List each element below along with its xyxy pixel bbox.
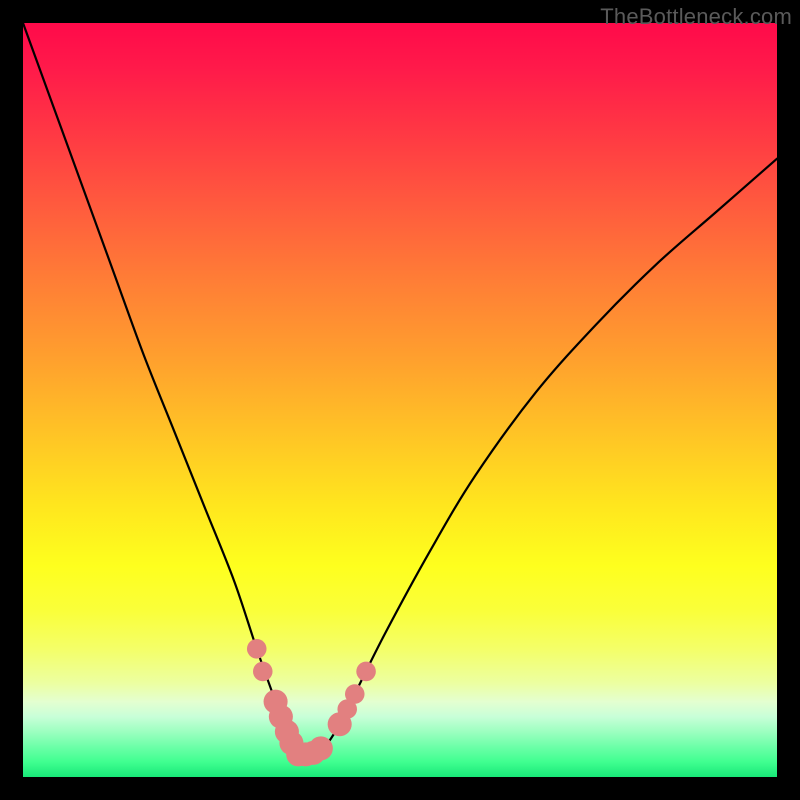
chart-frame: TheBottleneck.com bbox=[0, 0, 800, 800]
marker-dot bbox=[328, 712, 352, 736]
curve-layer bbox=[23, 23, 777, 777]
curve-markers bbox=[247, 639, 376, 766]
marker-dot bbox=[264, 690, 288, 714]
marker-dot bbox=[253, 662, 273, 682]
marker-dot bbox=[269, 705, 293, 729]
watermark-text: TheBottleneck.com bbox=[600, 4, 792, 30]
marker-dot bbox=[286, 742, 310, 766]
marker-dot bbox=[337, 699, 357, 719]
bottleneck-curve bbox=[23, 23, 777, 756]
marker-dot bbox=[247, 639, 267, 659]
marker-dot bbox=[345, 684, 365, 704]
marker-dot bbox=[294, 742, 318, 766]
marker-dot bbox=[279, 731, 303, 755]
marker-dot bbox=[356, 662, 376, 682]
marker-dot bbox=[275, 720, 299, 744]
plot-area bbox=[23, 23, 777, 777]
marker-dot bbox=[301, 741, 325, 765]
marker-dot bbox=[309, 736, 333, 760]
